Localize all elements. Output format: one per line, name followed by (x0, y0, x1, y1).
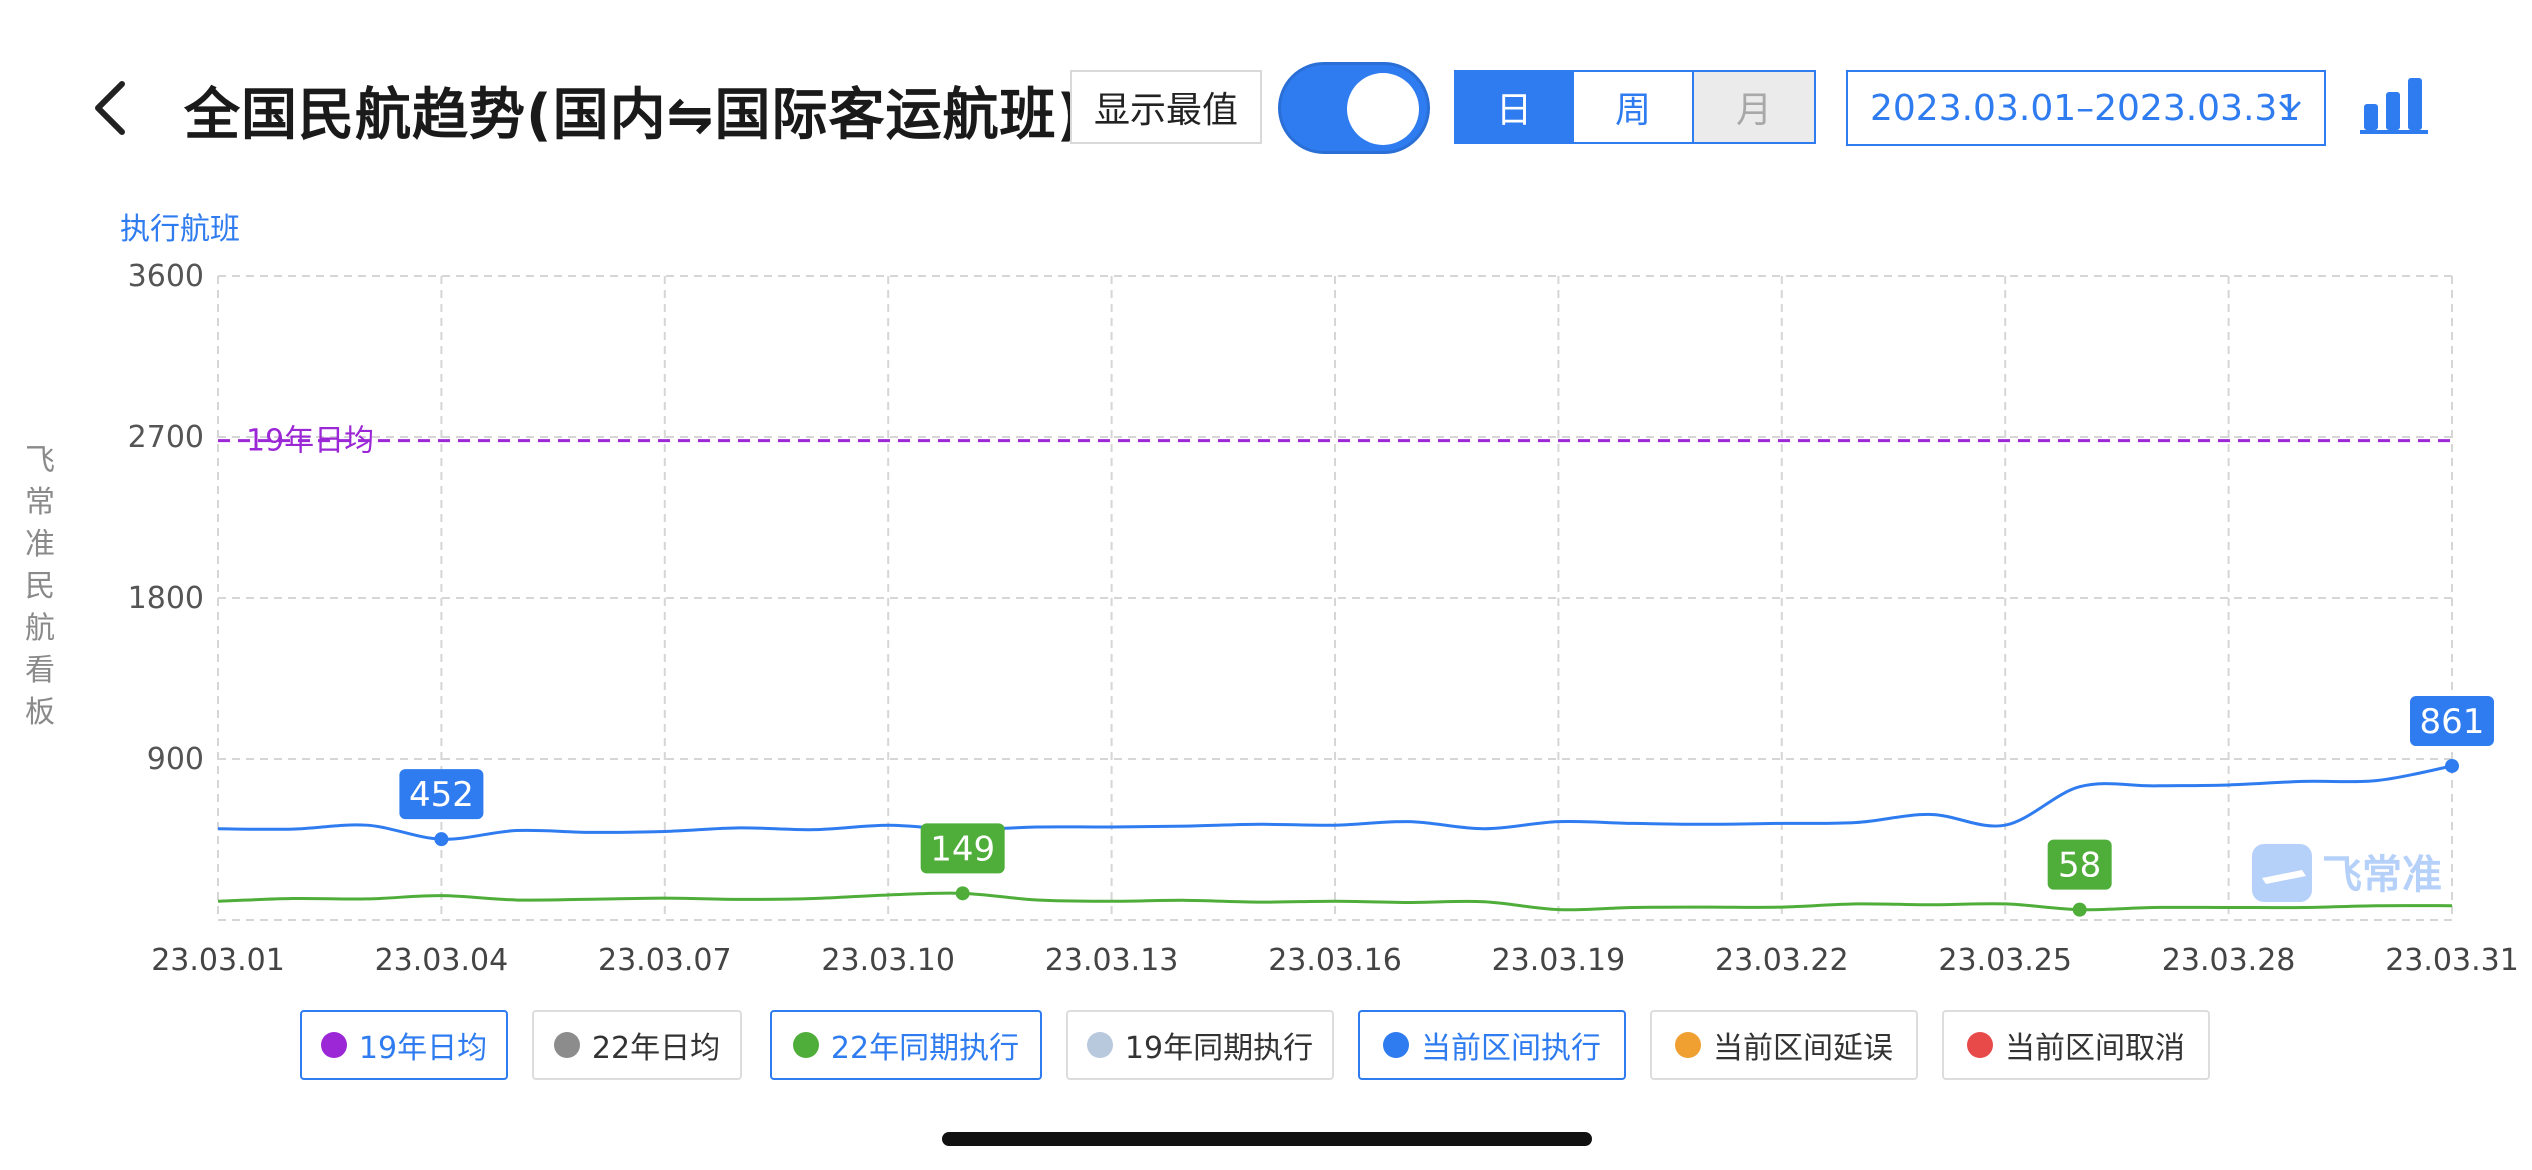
data-label: 58 (2058, 846, 2101, 886)
legend-dot-icon (553, 1032, 580, 1058)
legend-item[interactable]: 19年日均 (300, 1010, 508, 1080)
x-tick-label: 23.03.19 (1492, 943, 1626, 978)
x-tick-label: 23.03.07 (598, 943, 732, 978)
legend-dot-icon (1967, 1032, 1993, 1058)
legend-item[interactable]: 当前区间取消 (1942, 1010, 2210, 1080)
y-tick-label: 2700 (128, 420, 204, 455)
legend-dot-icon (1675, 1032, 1701, 1058)
legend-dot-icon (320, 1032, 347, 1058)
reference-line-label: 19年日均 (246, 424, 374, 459)
x-tick-label: 23.03.28 (2162, 943, 2296, 978)
brand-watermark-logo: 飞常准 (2252, 844, 2442, 902)
brand-watermark-text: 飞常准 (2322, 852, 2442, 898)
x-tick-label: 23.03.16 (1268, 943, 1402, 978)
legend-dot-icon (1383, 1032, 1409, 1058)
line-chart: 3600 2700 1800 900 23.03.01 23.03.04 23.03.07 2… (128, 259, 2519, 978)
legend-item[interactable]: 22年日均 (532, 1010, 742, 1080)
data-point-marker (434, 832, 449, 847)
legend-label: 19年日均 (358, 1031, 488, 1066)
legend-item[interactable]: 当前区间延误 (1650, 1010, 1918, 1080)
y-tick-label: 900 (147, 742, 204, 777)
x-tick-label: 23.03.10 (821, 943, 955, 978)
data-point-marker (2445, 758, 2459, 773)
x-tick-label: 23.03.25 (1938, 943, 2072, 978)
legend-label: 当前区间取消 (2005, 1031, 2185, 1066)
y-tick-label: 3600 (128, 259, 204, 294)
data-label: 149 (930, 829, 995, 869)
legend-item[interactable]: 当前区间执行 (1358, 1010, 1626, 1080)
x-tick-label: 23.03.22 (1715, 943, 1849, 978)
legend-dot-icon (792, 1032, 819, 1058)
data-point-marker (2072, 902, 2087, 917)
y-tick-label: 1800 (128, 581, 204, 616)
data-point-marker (955, 886, 970, 901)
legend-label: 当前区间延误 (1713, 1031, 1893, 1066)
x-tick-label: 23.03.04 (375, 943, 509, 978)
x-tick-label: 23.03.01 (151, 943, 285, 978)
data-label: 452 (409, 775, 474, 815)
data-label: 861 (2420, 702, 2485, 742)
legend-label: 22年同期执行 (830, 1031, 1020, 1066)
home-indicator (942, 1132, 1592, 1146)
legend-dot-icon (1086, 1032, 1113, 1058)
x-tick-label: 23.03.31 (2385, 943, 2519, 978)
legend-label: 19年同期执行 (1124, 1031, 1314, 1066)
legend-item[interactable]: 19年同期执行 (1066, 1010, 1334, 1080)
legend-label: 当前区间执行 (1421, 1031, 1601, 1066)
x-tick-label: 23.03.13 (1045, 943, 1179, 978)
legend-item[interactable]: 22年同期执行 (770, 1010, 1042, 1080)
legend-label: 22年日均 (591, 1031, 721, 1066)
